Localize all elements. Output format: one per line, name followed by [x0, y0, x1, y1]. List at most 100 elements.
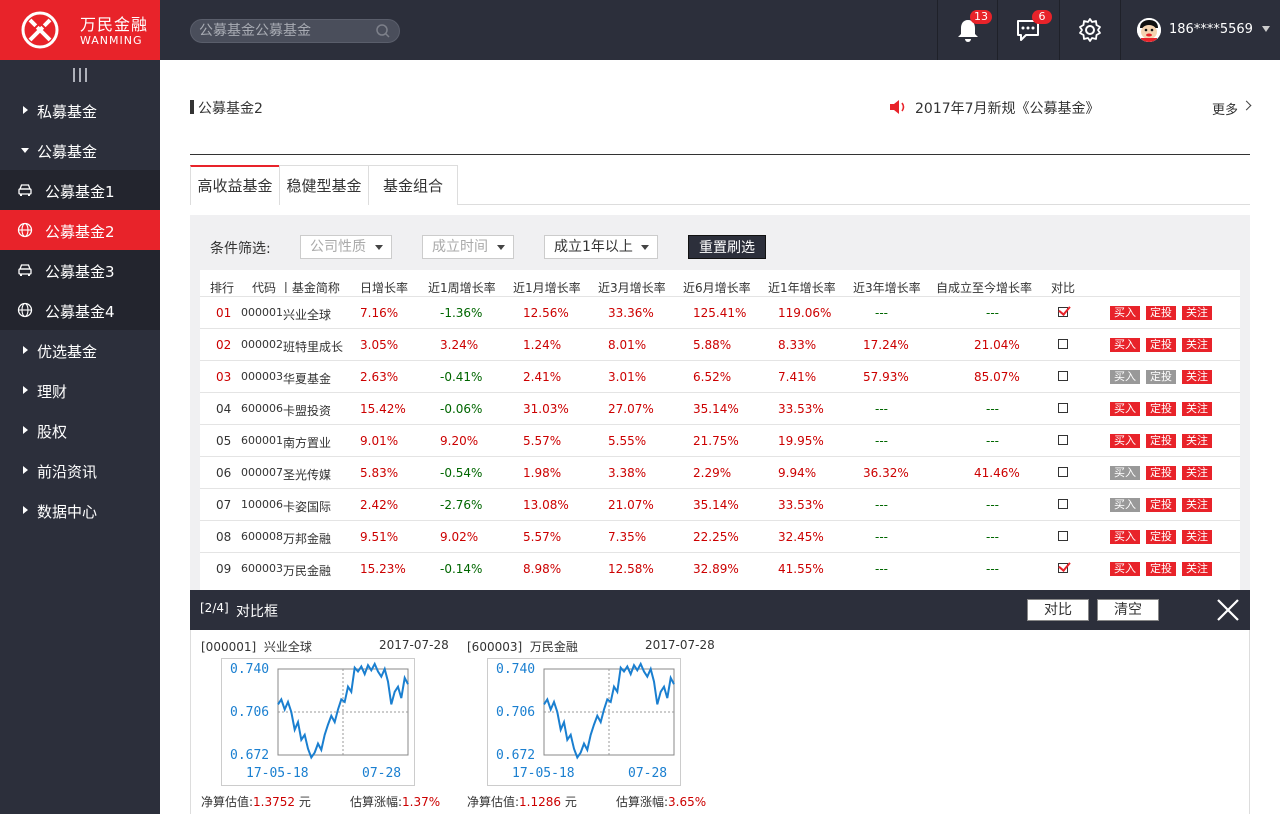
tab-portfolio[interactable]: 基金组合 [368, 165, 458, 205]
cell-month6: 5.88% [693, 338, 732, 352]
cell-year3: 17.24% [863, 338, 909, 352]
notice-link[interactable]: 2017年7月新规《公募基金》 [915, 98, 1100, 118]
cell-fund-name[interactable]: 班特里成长 [283, 338, 343, 355]
buy-button[interactable]: 买入 [1110, 562, 1140, 576]
compare-checkbox[interactable] [1058, 435, 1068, 445]
cell-daily: 7.16% [360, 306, 399, 320]
menu-toggle[interactable] [0, 60, 160, 90]
buy-button[interactable]: 买入 [1110, 402, 1140, 416]
compare-checkbox[interactable] [1058, 563, 1068, 573]
chevron-right-icon[interactable] [1241, 100, 1252, 111]
follow-button[interactable]: 关注 [1182, 434, 1212, 448]
cell-fund-name[interactable]: 华夏基金 [283, 370, 331, 387]
cell-fund-name[interactable]: 卡盟投资 [283, 402, 331, 419]
compare-checkbox[interactable] [1058, 467, 1068, 477]
search-input[interactable] [199, 22, 369, 40]
follow-button[interactable]: 关注 [1182, 466, 1212, 480]
sidebar-item-selected-fund[interactable]: 优选基金 [0, 330, 160, 370]
buy-button[interactable]: 买入 [1110, 370, 1140, 384]
tab-stable[interactable]: 稳健型基金 [279, 165, 369, 205]
clear-button[interactable]: 清空 [1097, 599, 1159, 621]
logo-name-en: WANMING [80, 34, 143, 47]
buy-button[interactable]: 买入 [1110, 434, 1140, 448]
buy-button[interactable]: 买入 [1110, 530, 1140, 544]
sidebar-item-label: 股权 [37, 423, 68, 441]
invest-button[interactable]: 定投 [1146, 498, 1176, 512]
cell-fund-name[interactable]: 兴业全球 [283, 306, 331, 323]
compare-checkbox[interactable] [1058, 403, 1068, 413]
reset-button[interactable]: 重置刷选 [688, 235, 766, 259]
cell-fund-name[interactable]: 卡姿国际 [283, 498, 331, 515]
top-bar: 万民金融 WANMING 13 6 [0, 0, 1280, 60]
follow-button[interactable]: 关注 [1182, 370, 1212, 384]
logo[interactable]: 万民金融 WANMING [0, 0, 160, 60]
cell-month3: 33.36% [608, 306, 654, 320]
change-estimate: 估算涨幅:3.65% [616, 795, 707, 809]
invest-button[interactable]: 定投 [1146, 466, 1176, 480]
follow-button[interactable]: 关注 [1182, 562, 1212, 576]
fund-panel: 条件筛选: 公司性质 成立时间 成立1年以上 重置刷选 排行 代码 丨基金简称 … [190, 215, 1250, 595]
follow-button[interactable]: 关注 [1182, 402, 1212, 416]
table-row: 03 000003 华夏基金 2.63% -0.41% 2.41% 3.01% 6.52% 7.… [200, 360, 1240, 392]
sidebar-subitem-public-fund-2[interactable]: 公募基金2 [0, 210, 160, 250]
triangle-right-icon [23, 426, 28, 434]
col-header-year3: 近3年增长率 [853, 281, 921, 295]
sidebar-item-wealth[interactable]: 理财 [0, 370, 160, 410]
compare-checkbox[interactable] [1058, 339, 1068, 349]
sidebar-subitem-public-fund-1[interactable]: 公募基金1 [0, 170, 160, 210]
sidebar-subitem-public-fund-3[interactable]: 公募基金3 [0, 250, 160, 290]
sidebar-item-data-center[interactable]: 数据中心 [0, 490, 160, 530]
buy-button[interactable]: 买入 [1110, 498, 1140, 512]
company-type-select[interactable]: 公司性质 [300, 235, 392, 259]
invest-button[interactable]: 定投 [1146, 402, 1176, 416]
cell-fund-name[interactable]: 南方置业 [283, 434, 331, 451]
cell-fund-name[interactable]: 圣光传媒 [283, 466, 331, 483]
follow-button[interactable]: 关注 [1182, 338, 1212, 352]
tab-high-yield[interactable]: 高收益基金 [190, 165, 280, 205]
cell-month1: 5.57% [523, 434, 562, 448]
more-link[interactable]: 更多 [1212, 99, 1238, 118]
close-icon[interactable] [1216, 598, 1240, 622]
follow-button[interactable]: 关注 [1182, 498, 1212, 512]
compare-checkbox[interactable] [1058, 307, 1068, 317]
sidebar-subitem-public-fund-4[interactable]: 公募基金4 [0, 290, 160, 330]
settings-button[interactable] [1059, 0, 1119, 60]
invest-button[interactable]: 定投 [1146, 434, 1176, 448]
invest-button[interactable]: 定投 [1146, 306, 1176, 320]
compare-checkbox[interactable] [1058, 531, 1068, 541]
invest-button[interactable]: 定投 [1146, 562, 1176, 576]
user-menu[interactable]: 186****5569 [1120, 0, 1280, 60]
follow-button[interactable]: 关注 [1182, 530, 1212, 544]
search-icon[interactable] [375, 23, 391, 39]
sidebar: 私募基金 公募基金 公募基金1 公募基金2 公募基金3 公募基金4 优选基金 理… [0, 60, 160, 814]
sidebar-item-public-fund[interactable]: 公募基金 [0, 130, 160, 170]
cell-month1: 1.24% [523, 338, 562, 352]
sidebar-item-news[interactable]: 前沿资讯 [0, 450, 160, 490]
cell-fund-name[interactable]: 万民金融 [283, 562, 331, 579]
invest-button[interactable]: 定投 [1146, 338, 1176, 352]
invest-button[interactable]: 定投 [1146, 530, 1176, 544]
invest-button[interactable]: 定投 [1146, 370, 1176, 384]
buy-button[interactable]: 买入 [1110, 306, 1140, 320]
y-tick-label: 0.706 [230, 705, 269, 720]
cell-week: -0.41% [440, 370, 483, 384]
compare-checkbox[interactable] [1058, 499, 1068, 509]
x-tick-label: 07-28 [362, 766, 401, 781]
follow-button[interactable]: 关注 [1182, 306, 1212, 320]
notifications-button[interactable]: 13 [937, 0, 997, 60]
buy-button[interactable]: 买入 [1110, 466, 1140, 480]
buy-button[interactable]: 买入 [1110, 338, 1140, 352]
sidebar-item-equity[interactable]: 股权 [0, 410, 160, 450]
cell-month6: 22.25% [693, 530, 739, 544]
age-select[interactable]: 成立1年以上 [544, 235, 658, 259]
compare-checkbox[interactable] [1058, 371, 1068, 381]
messages-button[interactable]: 6 [997, 0, 1057, 60]
compare-button[interactable]: 对比 [1027, 599, 1089, 621]
table-row: 09 600003 万民金融 15.23% -0.14% 8.98% 12.58% 32.89… [200, 552, 1240, 584]
sidebar-item-private-fund[interactable]: 私募基金 [0, 90, 160, 130]
founded-time-select[interactable]: 成立时间 [422, 235, 514, 259]
cell-month3: 7.35% [608, 530, 647, 544]
cell-year1: 9.94% [778, 466, 817, 480]
cell-daily: 15.42% [360, 402, 406, 416]
cell-fund-name[interactable]: 万邦金融 [283, 530, 331, 547]
